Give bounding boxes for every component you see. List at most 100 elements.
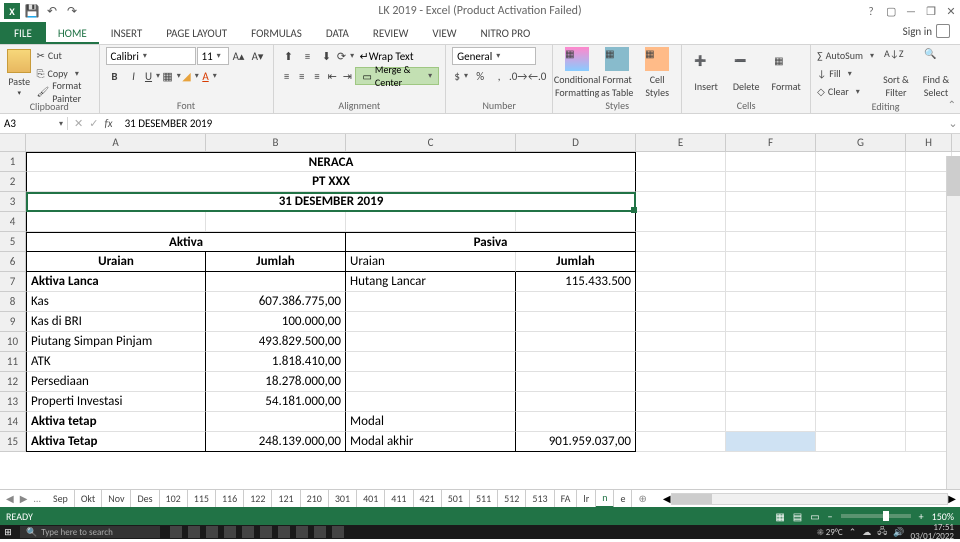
col-header-b[interactable]: B (206, 134, 346, 151)
decrease-font-icon[interactable]: A▾ (249, 47, 267, 65)
sheet-tab[interactable]: 411 (385, 490, 413, 508)
conditional-formatting-button[interactable]: ▦Conditional Formatting (559, 47, 595, 99)
cell[interactable] (516, 292, 636, 312)
cell[interactable]: PT XXX (26, 172, 636, 192)
cell[interactable] (636, 232, 726, 252)
tab-insert[interactable]: INSERT (99, 23, 155, 44)
taskbar-app[interactable] (242, 526, 254, 538)
underline-button[interactable]: U▾ (144, 67, 162, 85)
horizontal-scrollbar[interactable]: ◀ ▶ (663, 492, 960, 505)
cell[interactable]: 248.139.000,00 (206, 432, 346, 452)
cell-styles-button[interactable]: ▦Cell Styles (639, 47, 675, 99)
taskbar-app[interactable] (332, 526, 344, 538)
taskbar-app[interactable] (170, 526, 182, 538)
cell[interactable]: 493.829.500,00 (206, 332, 346, 352)
align-center-icon[interactable]: ≡ (295, 67, 309, 85)
col-header-h[interactable]: H (906, 134, 952, 151)
row-header[interactable]: 1 (0, 152, 26, 172)
cell[interactable]: Kas (26, 292, 206, 312)
tab-file[interactable]: FILE (0, 22, 46, 44)
tab-review[interactable]: REVIEW (361, 23, 421, 44)
hscroll-right-icon[interactable]: ▶ (948, 492, 956, 505)
start-button[interactable]: ⊞ (0, 525, 16, 539)
col-header-c[interactable]: C (346, 134, 516, 151)
cell[interactable]: Jumlah (516, 252, 636, 272)
formula-input[interactable]: 31 DESEMBER 2019 (119, 117, 946, 130)
cell[interactable]: Kas di BRI (26, 312, 206, 332)
cell[interactable]: Jumlah (206, 252, 346, 272)
format-as-table-button[interactable]: ▦Format as Table (599, 47, 635, 99)
cell[interactable] (516, 372, 636, 392)
sheet-tab[interactable]: 421 (414, 490, 442, 508)
font-color-button[interactable]: A▾ (201, 67, 219, 85)
network-icon[interactable]: 🖧 (877, 524, 887, 540)
cell[interactable] (206, 412, 346, 432)
taskbar-app[interactable] (314, 526, 326, 538)
cell[interactable] (726, 212, 816, 232)
increase-decimal-icon[interactable]: .0→ (509, 67, 527, 85)
orientation-icon[interactable]: ⟳▾ (337, 47, 355, 65)
cell[interactable] (636, 212, 726, 232)
clear-button[interactable]: ◇Clear▾ (817, 83, 874, 100)
cell[interactable]: Aktiva tetap (26, 412, 206, 432)
row-header[interactable]: 3 (0, 192, 26, 212)
restore-icon[interactable]: ❐ (926, 5, 936, 18)
col-header-g[interactable]: G (816, 134, 906, 151)
cell[interactable]: 18.278.000,00 (206, 372, 346, 392)
view-layout-icon[interactable]: ▤ (793, 510, 802, 523)
cell[interactable] (816, 432, 906, 452)
hscroll-thumb[interactable] (672, 494, 712, 504)
select-all-corner[interactable] (0, 134, 26, 151)
expand-formula-icon[interactable]: ⌄ (946, 117, 960, 130)
sheet-tab[interactable]: e (614, 490, 632, 508)
col-header-d[interactable]: D (516, 134, 636, 151)
cell[interactable]: NERACA (26, 152, 636, 172)
sheet-tab[interactable]: Des (131, 490, 159, 508)
cell[interactable] (516, 392, 636, 412)
cell[interactable] (816, 312, 906, 332)
cell[interactable] (816, 232, 906, 252)
row-header[interactable]: 4 (0, 212, 26, 232)
cell[interactable] (816, 392, 906, 412)
sheet-tab[interactable]: Okt (75, 490, 102, 508)
percent-icon[interactable]: % (471, 67, 489, 85)
cell[interactable]: 607.386.775,00 (206, 292, 346, 312)
cell[interactable]: 100.000,00 (206, 312, 346, 332)
redo-icon[interactable]: ↷ (64, 3, 80, 19)
row-header[interactable]: 11 (0, 352, 26, 372)
taskbar-app[interactable] (260, 526, 272, 538)
save-icon[interactable]: 💾 (24, 3, 40, 19)
cell[interactable] (816, 252, 906, 272)
cell[interactable] (816, 292, 906, 312)
cell[interactable] (636, 372, 726, 392)
tab-view[interactable]: VIEW (420, 23, 468, 44)
help-icon[interactable]: ? (866, 5, 876, 18)
cell[interactable] (726, 312, 816, 332)
tray-up-icon[interactable]: ⌃ (849, 527, 857, 538)
sheet-tab[interactable]: Nov (102, 490, 131, 508)
cell[interactable] (816, 412, 906, 432)
zoom-level[interactable]: 150% (932, 510, 954, 523)
taskbar-app[interactable] (296, 526, 308, 538)
row-header[interactable]: 13 (0, 392, 26, 412)
cell[interactable] (726, 432, 816, 452)
cell[interactable]: 54.181.000,00 (206, 392, 346, 412)
cell[interactable] (636, 252, 726, 272)
sort-filter-button[interactable]: A↓ZSort & Filter (878, 47, 914, 99)
row-header[interactable]: 5 (0, 232, 26, 252)
col-header-e[interactable]: E (636, 134, 726, 151)
cell[interactable] (346, 292, 516, 312)
onedrive-icon[interactable]: ☁ (862, 527, 871, 538)
cell[interactable] (636, 412, 726, 432)
vertical-scrollbar[interactable] (946, 156, 960, 489)
cell[interactable] (206, 272, 346, 292)
cell[interactable] (516, 312, 636, 332)
sheet-tab[interactable]: 501 (442, 490, 470, 508)
sheet-tab[interactable]: 513 (526, 490, 554, 508)
vscroll-thumb[interactable] (947, 156, 960, 196)
cell[interactable]: ATK (26, 352, 206, 372)
cancel-formula-icon[interactable]: ✕ (74, 117, 83, 130)
col-header-f[interactable]: F (726, 134, 816, 151)
sheet-nav[interactable]: ◀▶... (0, 492, 47, 505)
tab-page-layout[interactable]: PAGE LAYOUT (154, 23, 239, 44)
